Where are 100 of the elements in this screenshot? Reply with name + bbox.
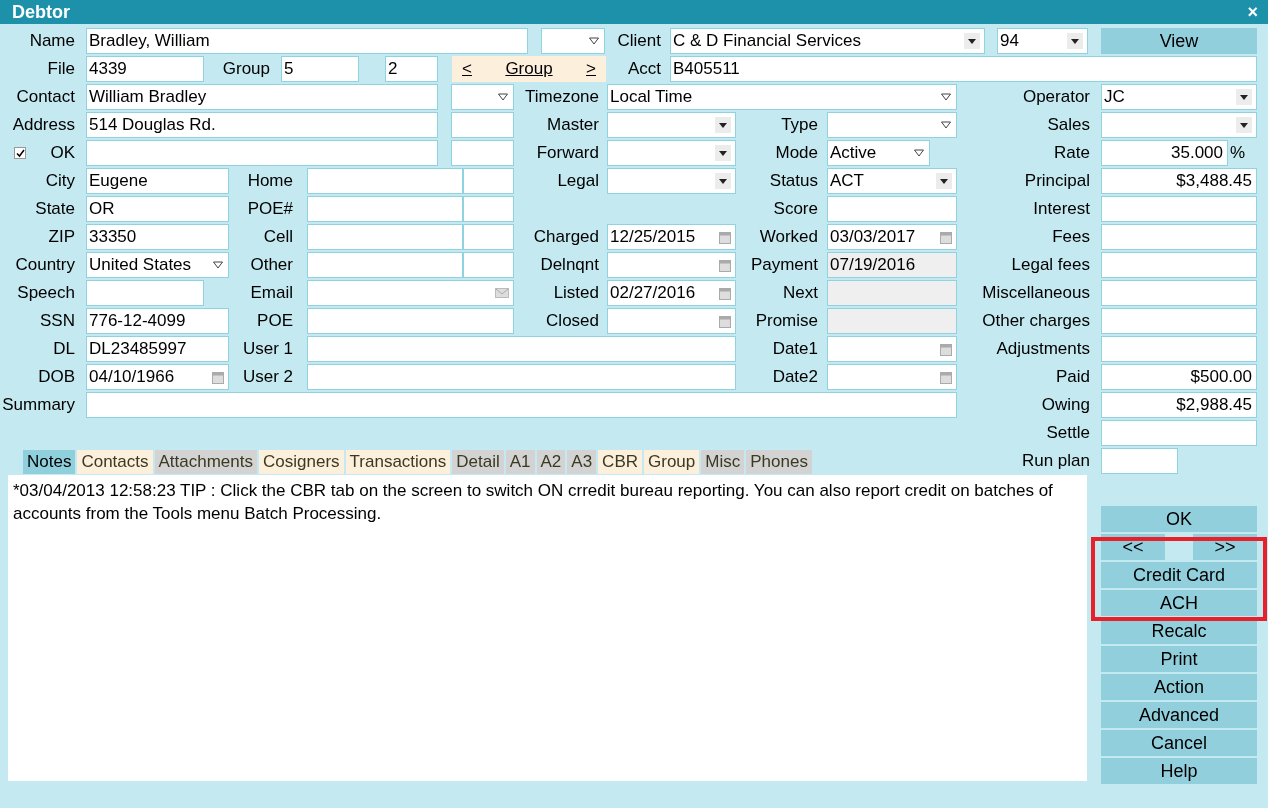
text-field[interactable]: 4339 <box>86 56 204 82</box>
tab[interactable]: Contacts <box>76 449 154 475</box>
text-field[interactable] <box>307 252 463 278</box>
dropdown-field[interactable]: Active <box>827 140 930 166</box>
text-field[interactable] <box>463 252 514 278</box>
action-button[interactable]: Advanced <box>1101 702 1257 728</box>
text-field[interactable] <box>307 336 736 362</box>
text-field[interactable] <box>463 224 514 250</box>
text-field[interactable] <box>463 168 514 194</box>
text-field[interactable] <box>827 196 957 222</box>
dropdown-field[interactable] <box>827 112 957 138</box>
text-field[interactable] <box>451 140 514 166</box>
dropdown-field[interactable]: 94 <box>997 28 1088 54</box>
text-field[interactable] <box>86 140 438 166</box>
tab[interactable]: Group <box>643 449 701 475</box>
text-field[interactable] <box>463 196 514 222</box>
tab[interactable]: Transactions <box>344 449 452 475</box>
text-field[interactable]: $3,488.45 <box>1101 168 1257 194</box>
text-field[interactable]: 35.000 <box>1101 140 1228 166</box>
tab[interactable]: Cosigners <box>258 449 345 475</box>
dropdown-field[interactable]: ACT <box>827 168 957 194</box>
action-button[interactable]: Cancel <box>1101 730 1257 756</box>
text-field[interactable] <box>1101 448 1178 474</box>
dropdown-arrow-icon[interactable] <box>588 36 600 46</box>
date-field[interactable]: 12/25/2015 <box>607 224 736 250</box>
next-link[interactable]: > <box>586 59 596 79</box>
calendar-icon[interactable] <box>719 258 731 272</box>
text-field[interactable]: $2,988.45 <box>1101 392 1257 418</box>
action-button[interactable]: Print <box>1101 646 1257 672</box>
tab[interactable]: A3 <box>566 449 598 475</box>
calendar-icon[interactable] <box>719 314 731 328</box>
text-field[interactable] <box>1101 252 1257 278</box>
text-field[interactable] <box>86 392 957 418</box>
close-button[interactable]: × <box>1247 1 1258 23</box>
calendar-icon[interactable] <box>719 286 731 300</box>
text-field[interactable]: 5 <box>281 56 359 82</box>
dropdown-arrow-icon[interactable] <box>913 148 925 158</box>
text-field[interactable]: 776-12-4099 <box>86 308 229 334</box>
date-field[interactable] <box>827 364 957 390</box>
tab[interactable]: Attachments <box>153 449 258 475</box>
tab[interactable]: Misc <box>700 449 746 475</box>
tab[interactable]: Notes <box>22 449 77 475</box>
action-button[interactable]: Credit Card <box>1101 562 1257 588</box>
tab[interactable]: A2 <box>535 449 567 475</box>
text-field[interactable] <box>307 224 463 250</box>
dropdown-field[interactable] <box>607 168 736 194</box>
text-field[interactable]: DL23485997 <box>86 336 229 362</box>
dropdown-field[interactable]: JC <box>1101 84 1257 110</box>
text-field[interactable] <box>86 280 204 306</box>
dropdown-field[interactable]: C & D Financial Services <box>670 28 985 54</box>
calendar-icon[interactable] <box>940 230 952 244</box>
text-field[interactable]: OR <box>86 196 229 222</box>
text-field[interactable] <box>1101 336 1257 362</box>
text-field[interactable]: B405511 <box>670 56 1257 82</box>
dropdown-arrow-icon[interactable] <box>940 92 952 102</box>
dropdown-field[interactable] <box>541 28 605 54</box>
dropdown-field[interactable] <box>607 140 736 166</box>
text-field[interactable] <box>1101 280 1257 306</box>
text-field[interactable]: Eugene <box>86 168 229 194</box>
dropdown-field[interactable] <box>451 84 514 110</box>
text-field[interactable] <box>307 308 514 334</box>
dropdown-field[interactable]: Local Time <box>607 84 957 110</box>
action-button[interactable]: ACH <box>1101 590 1257 616</box>
tab[interactable]: A1 <box>504 449 536 475</box>
dropdown-arrow-icon[interactable] <box>497 92 509 102</box>
dropdown-arrow-icon[interactable] <box>212 260 224 270</box>
dropdown-field[interactable] <box>1101 112 1257 138</box>
date-field[interactable]: 02/27/2016 <box>607 280 736 306</box>
text-field[interactable] <box>451 112 514 138</box>
checkbox[interactable] <box>14 147 26 159</box>
text-field[interactable] <box>307 364 736 390</box>
text-field[interactable] <box>1101 308 1257 334</box>
group-link[interactable]: Group <box>505 59 553 79</box>
text-field[interactable]: 514 Douglas Rd. <box>86 112 438 138</box>
action-button[interactable]: Action <box>1101 674 1257 700</box>
calendar-icon[interactable] <box>940 370 952 384</box>
dropdown-field[interactable] <box>607 112 736 138</box>
previous-link[interactable]: < <box>462 59 472 79</box>
text-field[interactable] <box>1101 224 1257 250</box>
calendar-icon[interactable] <box>212 370 224 384</box>
dropdown-arrow-icon[interactable] <box>940 120 952 130</box>
dropdown-field[interactable]: United States <box>86 252 229 278</box>
notes-area[interactable]: *03/04/2013 12:58:23 TIP : Click the CBR tab on the screen to switch ON crredit bureau reporting. You can also report credit on batches of accounts from the Tools menu Batch Processing. <box>8 475 1087 781</box>
text-field[interactable]: $500.00 <box>1101 364 1257 390</box>
date-field[interactable]: 04/10/1966 <box>86 364 229 390</box>
date-field[interactable] <box>827 336 957 362</box>
tab[interactable]: Detail <box>451 449 505 475</box>
text-field[interactable]: 33350 <box>86 224 229 250</box>
date-field[interactable]: 03/03/2017 <box>827 224 957 250</box>
text-field[interactable]: William Bradley <box>86 84 438 110</box>
text-field[interactable] <box>307 168 463 194</box>
tab[interactable]: Phones <box>745 449 813 475</box>
text-field[interactable] <box>1101 420 1257 446</box>
date-field[interactable] <box>607 308 736 334</box>
envelope-icon[interactable] <box>495 288 509 298</box>
action-button[interactable]: OK <box>1101 506 1257 532</box>
text-field[interactable] <box>1101 196 1257 222</box>
view-button[interactable]: View <box>1101 28 1257 54</box>
text-field[interactable]: Bradley, William <box>86 28 528 54</box>
text-field[interactable] <box>307 196 463 222</box>
